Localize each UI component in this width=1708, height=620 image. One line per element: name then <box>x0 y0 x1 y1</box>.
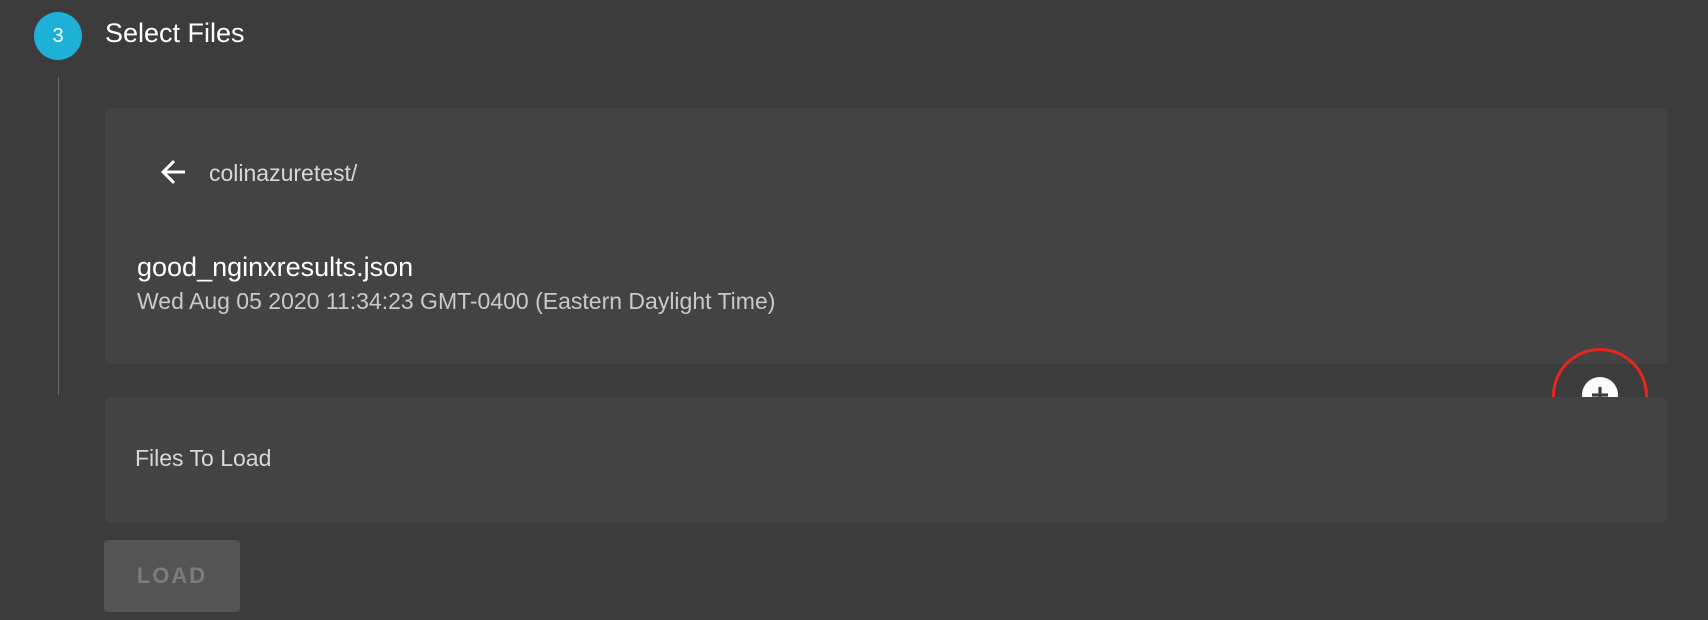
step-title: Select Files <box>105 18 245 48</box>
file-list-item[interactable]: good_nginxresults.json Wed Aug 05 2020 1… <box>137 252 1648 444</box>
step-number-badge: 3 <box>34 12 82 60</box>
files-to-load-title: Files To Load <box>135 445 272 471</box>
file-name: good_nginxresults.json <box>137 252 414 282</box>
file-browser-card: colinazuretest/ good_nginxresults.json W… <box>105 108 1667 444</box>
file-modified-date: Wed Aug 05 2020 11:34:23 GMT-0400 (Easte… <box>137 288 776 314</box>
select-files-step: 3 Select Files colinazuretest/ good_ngin… <box>0 0 1708 620</box>
step-connector-line <box>58 77 59 395</box>
folder-path: colinazuretest/ <box>209 160 358 186</box>
files-to-load-card: Files To Load <box>105 397 1667 523</box>
back-button[interactable] <box>151 150 195 194</box>
load-button[interactable]: LOAD <box>104 540 240 612</box>
arrow-left-icon <box>161 160 185 184</box>
